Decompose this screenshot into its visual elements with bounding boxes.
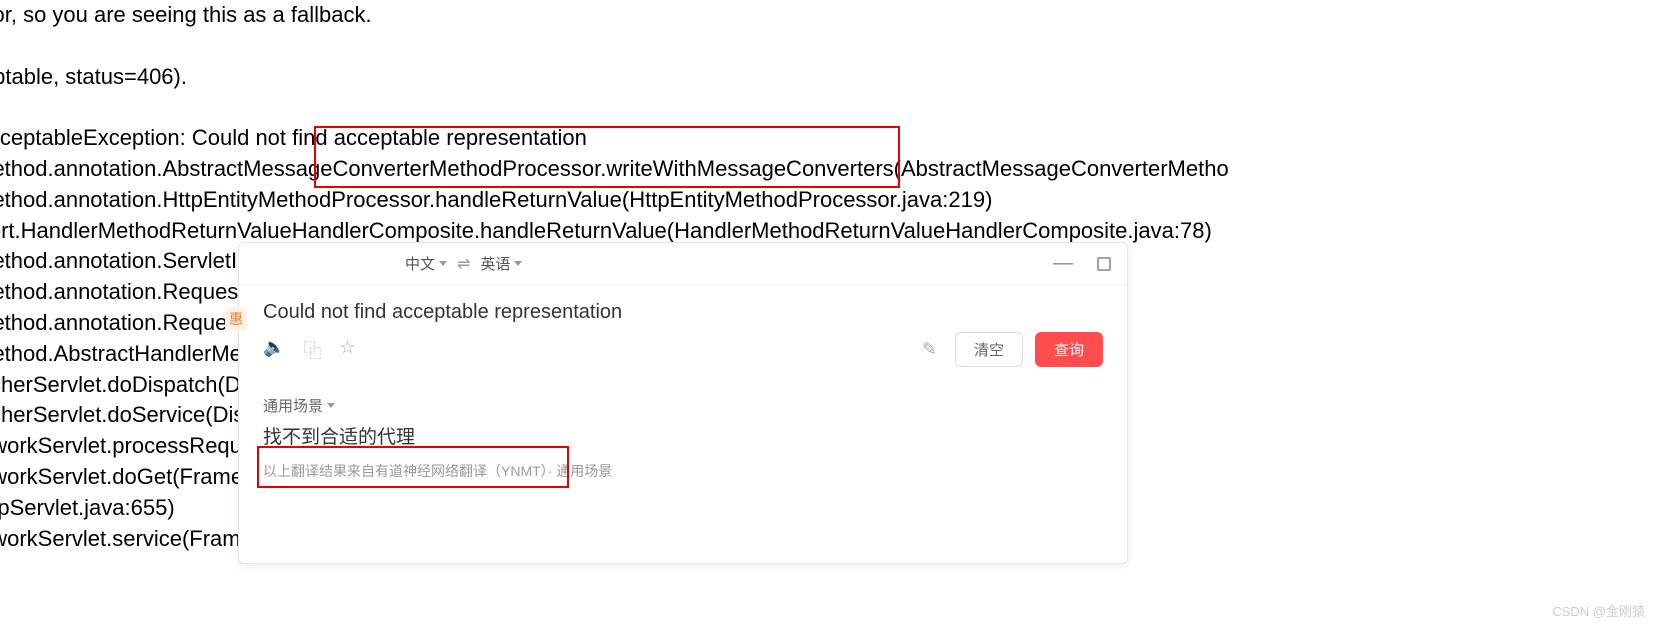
target-language-label: 英语 (480, 253, 510, 274)
translator-body: Could not find acceptable representation… (239, 285, 1127, 497)
swap-languages-icon[interactable]: ⇌ (457, 254, 470, 274)
minimize-icon[interactable]: — (1053, 252, 1073, 275)
translator-panel: 惠 中文 ⇌ 英语 — C (238, 242, 1128, 564)
side-tag: 惠 (225, 307, 247, 331)
maximize-icon[interactable] (1097, 257, 1111, 271)
translator-header: 中文 ⇌ 英语 — (239, 243, 1127, 285)
chevron-down-icon (327, 403, 335, 408)
edit-icon[interactable]: ✎ (922, 339, 937, 360)
watermark: CSDN @金刚猿 (1552, 601, 1645, 620)
speaker-icon[interactable]: 🔈 (263, 337, 285, 363)
query-button[interactable]: 查询 (1035, 332, 1103, 367)
source-language-label: 中文 (405, 253, 435, 274)
input-row: Could not find acceptable representation (263, 301, 1103, 324)
chevron-down-icon (514, 261, 522, 266)
clear-button[interactable]: 清空 (955, 332, 1023, 367)
translation-input-text[interactable]: Could not find acceptable representation (263, 301, 622, 324)
action-row: 🔈 ⿻ ☆ ✎ 清空 查询 (263, 332, 1103, 367)
scenario-dropdown[interactable]: 通用场景 (263, 395, 1103, 416)
copy-icon[interactable]: ⿻ (303, 337, 321, 363)
translator-footer-text: 以上翻译结果来自有道神经网络翻译（YNMT）· 通用场景 (263, 461, 1103, 481)
window-controls: — (1005, 252, 1111, 275)
star-icon[interactable]: ☆ (339, 337, 355, 363)
button-group: ✎ 清空 查询 (922, 332, 1103, 367)
chevron-down-icon (439, 261, 447, 266)
language-selector: 中文 ⇌ 英语 (405, 253, 522, 274)
translation-result-text: 找不到合适的代理 (263, 420, 1103, 451)
scenario-label: 通用场景 (263, 395, 323, 416)
target-language-dropdown[interactable]: 英语 (480, 253, 522, 274)
source-language-dropdown[interactable]: 中文 (405, 253, 447, 274)
input-icon-group: 🔈 ⿻ ☆ (263, 337, 356, 363)
